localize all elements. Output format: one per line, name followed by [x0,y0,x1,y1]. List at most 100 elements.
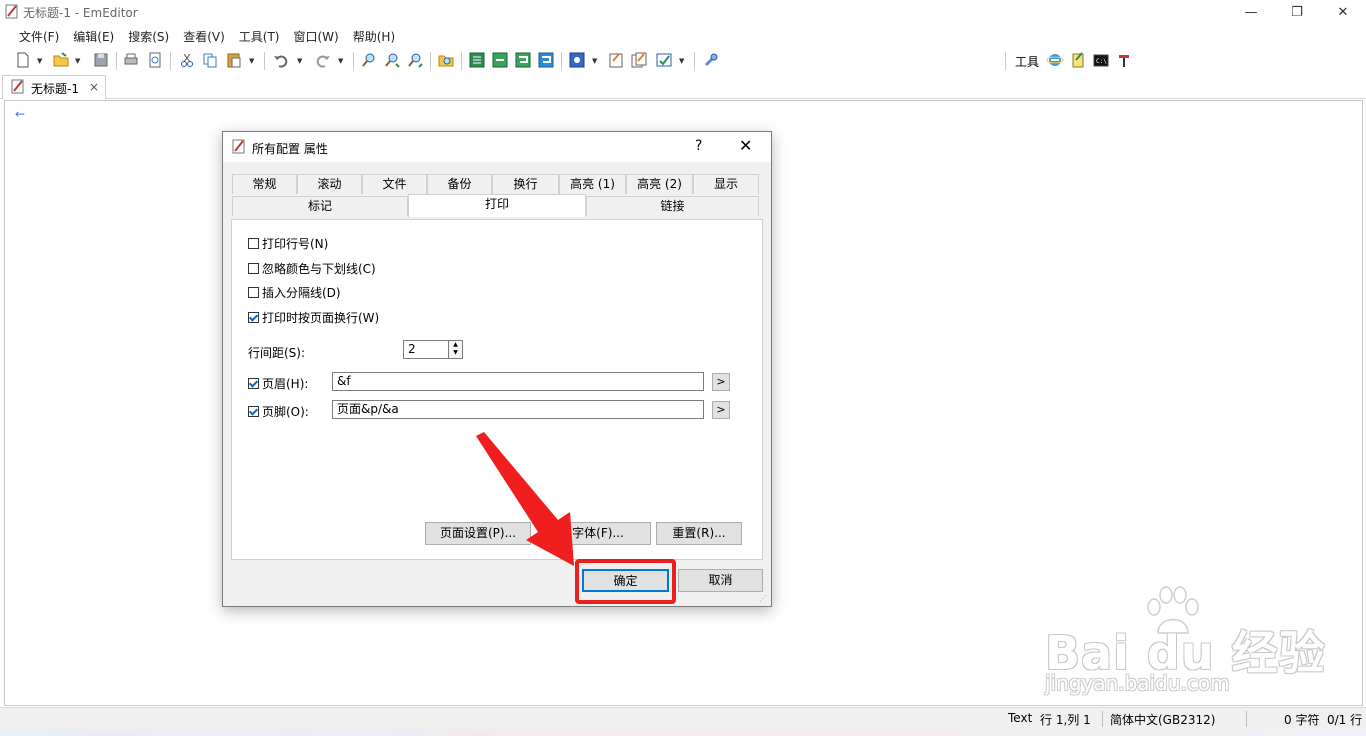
print-line-numbers-checkbox[interactable]: 打印行号(N) [248,235,328,252]
menu-tools[interactable]: 工具(T) [232,26,287,46]
tab-print[interactable]: 打印 [408,194,586,217]
open-folder-icon[interactable] [52,51,70,69]
find-next-icon[interactable] [383,51,401,69]
wrap-window-icon[interactable] [537,51,555,69]
tools-label[interactable]: 工具 [1015,53,1039,70]
cancel-button[interactable]: 取消 [678,569,763,592]
header-checkbox[interactable]: 页眉(H): [248,375,308,392]
checkbox-box-checked[interactable] [248,406,259,417]
document-tab[interactable]: 无标题-1 × [2,75,106,99]
svg-text:C:\: C:\ [1096,58,1107,65]
tab-backup[interactable]: 备份 [427,174,492,194]
customize-dropdown-icon[interactable]: ▼ [679,57,684,65]
tab-highlight-2[interactable]: 高亮 (2) [626,174,693,194]
tab-links[interactable]: 链接 [586,196,759,216]
find-in-files-icon[interactable] [437,51,455,69]
insert-separator-checkbox[interactable]: 插入分隔线(D) [248,284,341,301]
paste-icon[interactable] [225,51,243,69]
line-spacing-input[interactable]: 2 [403,340,449,359]
plugins-icon[interactable] [702,51,720,69]
config-icon[interactable] [568,51,586,69]
help-icon[interactable]: ? [695,138,702,154]
footer-insert-button[interactable]: > [712,401,730,419]
document-tab-strip [0,74,1366,99]
wrap-by-page-checkbox[interactable]: 打印时按页面换行(W) [248,309,379,326]
new-dropdown-icon[interactable]: ▼ [37,57,42,65]
cut-icon[interactable] [178,51,196,69]
line-spacing-label: 行间距(S): [248,346,306,360]
close-window-button[interactable]: ✕ [1320,0,1366,24]
tab-file[interactable]: 文件 [362,174,427,194]
tab-row-1: 常规 滚动 文件 备份 换行 高亮 (1) 高亮 (2) 显示 [232,174,759,194]
header-input[interactable]: &f [332,372,704,391]
toolbar-separator [264,52,265,70]
menu-bar: 文件(F) 编辑(E) 搜索(S) 查看(V) 工具(T) 窗口(W) 帮助(H… [0,26,402,46]
checkbox-box[interactable] [248,287,259,298]
ignore-color-underline-checkbox[interactable]: 忽略颜色与下划线(C) [248,260,376,277]
tab-scroll[interactable]: 滚动 [297,174,362,194]
toolbar: ▼ ▼ ▼ ▼ ▼ ▼ ▼ 工具 C:\ [0,48,1366,74]
tab-highlight-1[interactable]: 高亮 (1) [559,174,626,194]
save-icon[interactable] [92,51,110,69]
external-tool-icon[interactable] [1115,51,1133,69]
tab-marks[interactable]: 标记 [232,196,408,216]
menu-file[interactable]: 文件(F) [12,26,66,46]
ruler-icon[interactable] [491,51,509,69]
copy-icon[interactable] [201,51,219,69]
menu-search[interactable]: 搜索(S) [121,26,176,46]
checkbox-box-checked[interactable] [248,378,259,389]
watermark-url: jingyan.baidu.com [1045,671,1230,695]
tab-general[interactable]: 常规 [232,174,297,194]
checkbox-box[interactable] [248,263,259,274]
tab-row-2: 标记 打印 链接 [232,194,759,217]
internet-explorer-icon[interactable] [1046,51,1064,69]
menu-window[interactable]: 窗口(W) [287,26,346,46]
status-separator [1102,711,1103,727]
resize-grip-icon[interactable]: ⋰ [759,594,767,603]
checkbox-box[interactable] [248,238,259,249]
line-numbers-icon[interactable] [468,51,486,69]
menu-help[interactable]: 帮助(H) [346,26,402,46]
spin-up-icon[interactable]: ▲ [449,341,462,349]
menu-view[interactable]: 查看(V) [176,26,232,46]
menu-edit[interactable]: 编辑(E) [66,26,121,46]
header-insert-button[interactable]: > [712,373,730,391]
undo-icon[interactable] [272,51,290,69]
redo-dropdown-icon[interactable]: ▼ [338,57,343,65]
checkbox-box-checked[interactable] [248,312,259,323]
find-prev-icon[interactable] [406,51,424,69]
properties-icon[interactable] [607,51,625,69]
close-tab-icon[interactable]: × [89,80,99,94]
reset-button[interactable]: 重置(R)... [656,522,742,545]
dialog-close-icon[interactable]: ✕ [739,136,752,155]
new-file-icon[interactable] [14,51,32,69]
config-dropdown-icon[interactable]: ▼ [592,57,597,65]
paste-dropdown-icon[interactable]: ▼ [249,57,254,65]
line-spacing-spinner[interactable]: ▲ ▼ [449,340,463,359]
checkbox-label: 打印时按页面换行(W) [262,311,380,325]
wrap-icon[interactable] [514,51,532,69]
spin-down-icon[interactable]: ▼ [449,349,462,357]
restore-button[interactable]: ❐ [1274,0,1320,24]
ok-button[interactable]: 确定 [582,569,669,592]
command-prompt-icon[interactable]: C:\ [1092,51,1110,69]
checkbox-label: 页眉(H): [262,377,309,391]
all-properties-icon[interactable] [630,51,648,69]
print-icon[interactable] [122,51,140,69]
find-icon[interactable] [360,51,378,69]
status-position[interactable]: 行 1,列 1 [1040,711,1091,728]
print-preview-icon[interactable] [146,51,164,69]
tab-wrap[interactable]: 换行 [492,174,559,194]
open-dropdown-icon[interactable]: ▼ [75,57,80,65]
status-separator [1246,711,1247,727]
notepad-icon[interactable] [1069,51,1087,69]
status-encoding[interactable]: 简体中文(GB2312) [1110,711,1215,728]
minimize-button[interactable]: — [1228,0,1274,24]
tab-display[interactable]: 显示 [693,174,759,194]
footer-input[interactable]: 页面&p/&a [332,400,704,419]
redo-icon[interactable] [314,51,332,69]
undo-dropdown-icon[interactable]: ▼ [297,57,302,65]
status-mode[interactable]: Text [1008,711,1032,725]
footer-checkbox[interactable]: 页脚(O): [248,403,309,420]
customize-icon[interactable] [655,51,673,69]
